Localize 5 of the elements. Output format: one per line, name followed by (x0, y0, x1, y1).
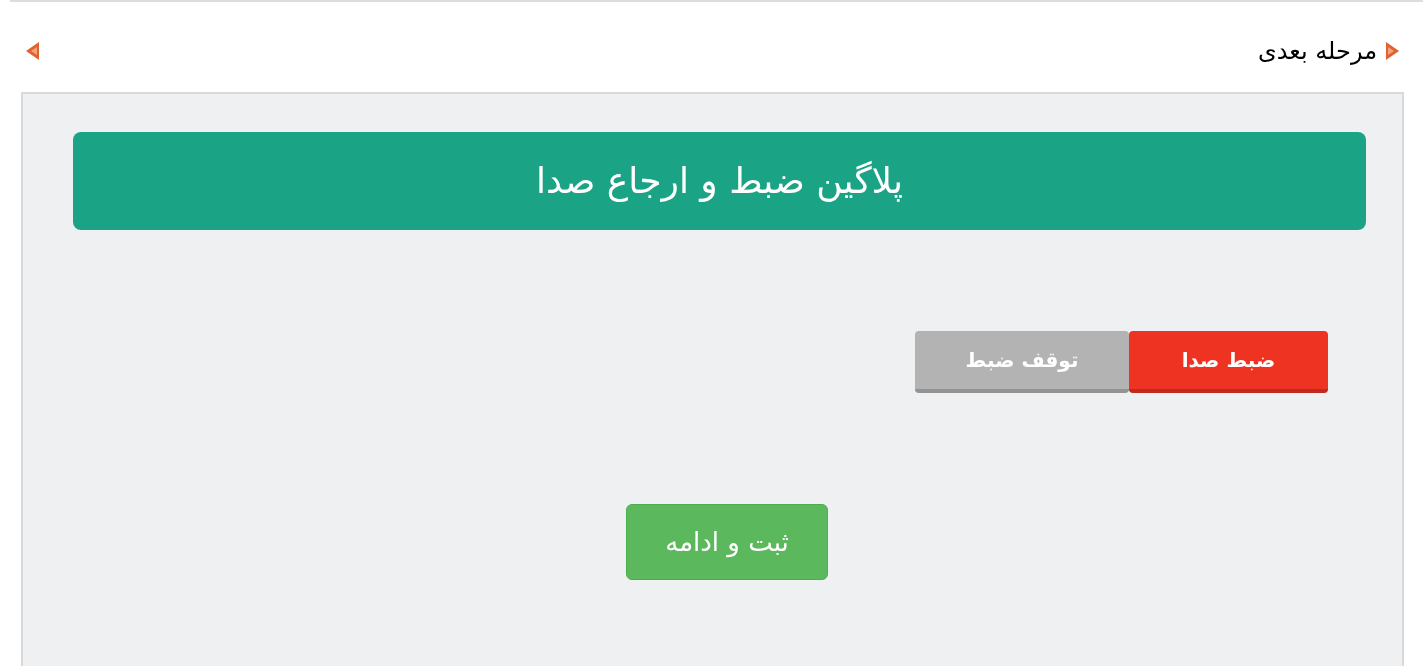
previous-arrow-icon[interactable] (25, 41, 40, 61)
next-step-link[interactable]: مرحله بعدی (1258, 39, 1400, 63)
right-arrow-icon (1385, 41, 1400, 61)
submit-continue-button[interactable]: ثبت و ادامه (626, 504, 828, 580)
record-button[interactable]: ضبط صدا (1129, 331, 1328, 393)
